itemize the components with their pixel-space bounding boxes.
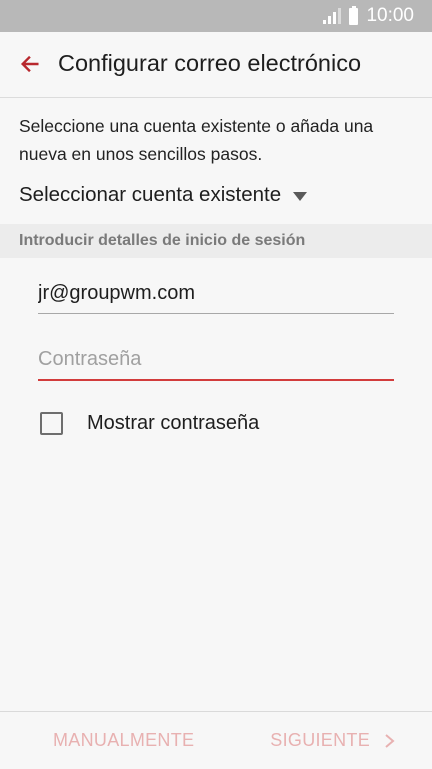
next-label: SIGUIENTE [270,730,370,750]
show-password-toggle[interactable]: Mostrar contraseña [40,409,259,437]
email-field[interactable] [38,273,394,314]
show-password-label: Mostrar contraseña [87,411,260,434]
dropdown-caret-icon [293,191,308,201]
show-password-checkbox[interactable] [40,411,63,435]
bottom-action-bar: MANUALMENTE SIGUIENTE [0,711,432,769]
page-title: Configurar correo electrónico [58,50,362,76]
manual-setup-button[interactable]: MANUALMENTE [53,712,194,769]
select-existing-account-dropdown[interactable]: Seleccionar cuenta existente [19,180,308,210]
select-existing-account-label: Seleccionar cuenta existente [19,183,282,206]
intro-text: Seleccione una cuenta existente o añada … [19,116,374,164]
arrow-back-icon [20,55,39,73]
battery-icon [349,5,359,25]
app-bar: Configurar correo electrónico [0,32,432,98]
signal-icon [323,8,342,24]
back-button[interactable] [12,46,48,82]
status-icons: 10:00 [323,0,414,32]
chevron-right-icon [385,733,395,748]
section-header-login-details: Introducir detalles de inicio de sesión [0,224,432,258]
next-button[interactable]: SIGUIENTE [270,712,396,769]
status-bar: 10:00 [0,0,432,32]
status-time: 10:00 [366,5,414,26]
manual-setup-label: MANUALMENTE [53,730,195,750]
password-field[interactable] [38,339,394,381]
